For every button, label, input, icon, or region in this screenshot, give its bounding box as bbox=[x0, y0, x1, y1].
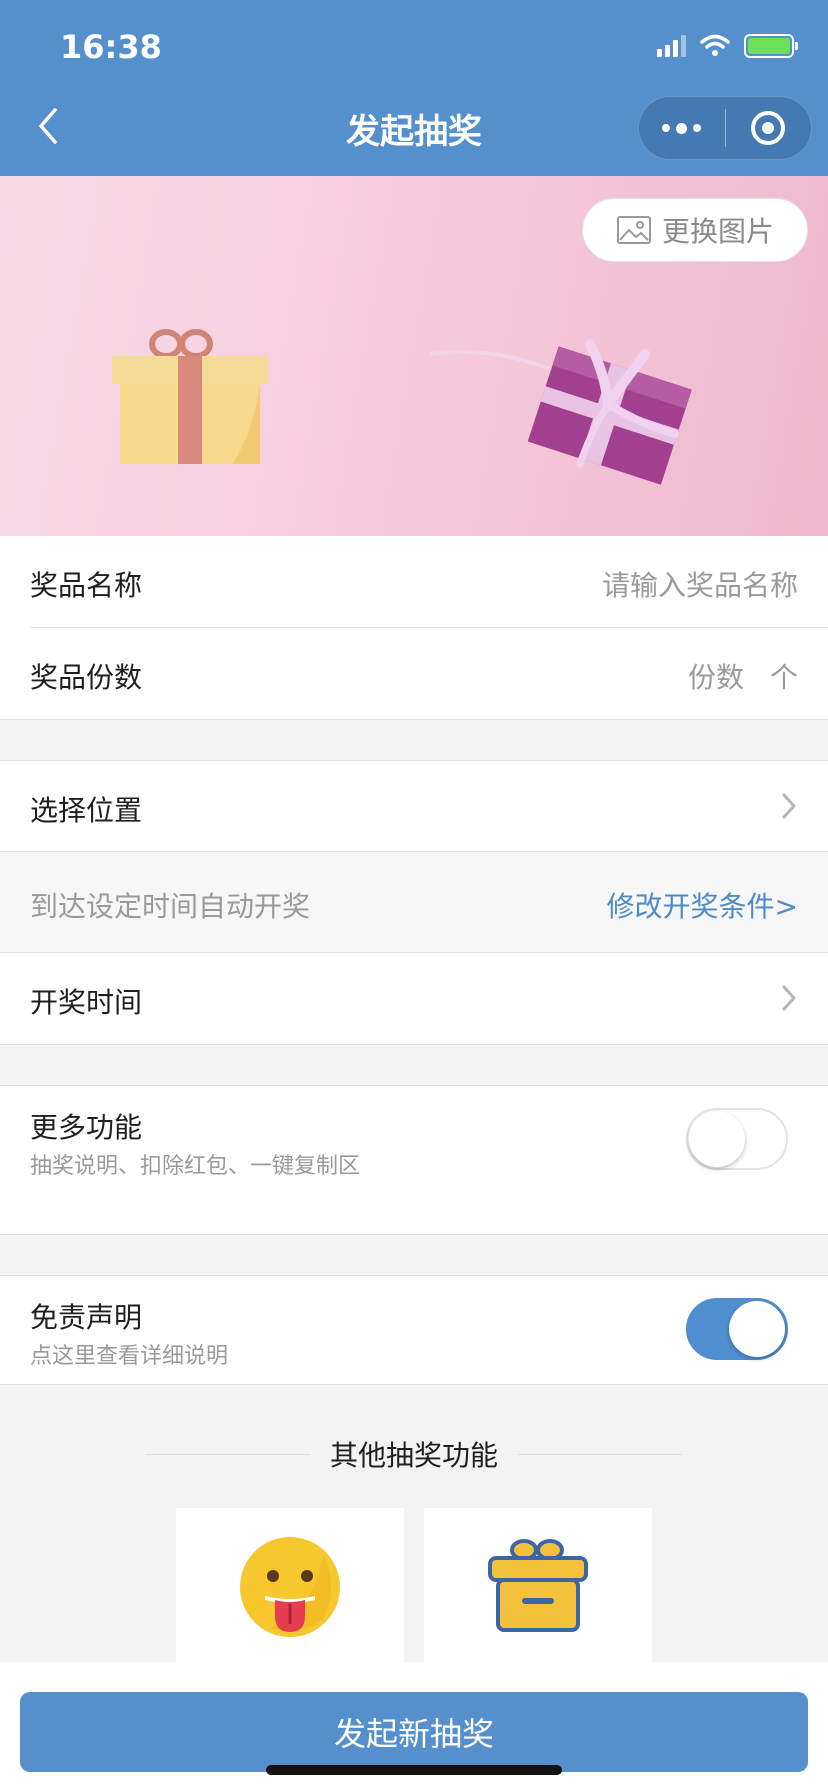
start-new-lottery-button[interactable]: 发起新抽奖 bbox=[20, 1692, 808, 1772]
toggle-knob bbox=[689, 1111, 745, 1167]
close-mini-program-button[interactable] bbox=[726, 97, 812, 159]
wifi-icon bbox=[700, 34, 730, 56]
draw-condition-text: 到达设定时间自动开奖 bbox=[30, 890, 311, 923]
location-label: 选择位置 bbox=[30, 794, 143, 827]
draw-time-row[interactable]: 开奖时间 bbox=[0, 953, 828, 1044]
feature-card-gift[interactable] bbox=[424, 1508, 652, 1668]
disclaimer-sublabel: 点这里查看详细说明 bbox=[30, 1344, 229, 1369]
prize-name-input[interactable]: 请输入奖品名称 bbox=[602, 564, 798, 604]
yellow-gift-icon bbox=[112, 329, 268, 464]
target-icon bbox=[751, 111, 786, 145]
section-divider bbox=[0, 851, 828, 852]
more-features-label: 更多功能 bbox=[30, 1111, 143, 1144]
more-features-toggle[interactable] bbox=[686, 1108, 788, 1170]
disclaimer-label: 免责声明 bbox=[30, 1301, 143, 1334]
modify-draw-condition-link[interactable]: 修改开奖条件> bbox=[607, 885, 798, 925]
prize-count-label: 奖品份数 bbox=[30, 661, 143, 694]
section-divider bbox=[0, 1384, 828, 1385]
disclaimer-row[interactable]: 免责声明 点这里查看详细说明 bbox=[0, 1276, 828, 1384]
prize-count-unit: 个 bbox=[769, 661, 798, 694]
header-bar: 16:38 发起抽奖 bbox=[0, 0, 828, 176]
home-indicator bbox=[266, 1765, 562, 1775]
feature-card-emoji[interactable] bbox=[176, 1508, 404, 1668]
mini-program-capsule bbox=[638, 96, 812, 160]
tongue-emoji-icon bbox=[240, 1537, 340, 1637]
heading-line bbox=[145, 1453, 310, 1455]
battery-icon bbox=[744, 34, 798, 58]
heading-line bbox=[518, 1453, 682, 1455]
more-features-sublabel: 抽奖说明、扣除红包、一键复制区 bbox=[30, 1154, 361, 1179]
section-divider bbox=[0, 719, 828, 720]
prize-name-row: 奖品名称 请输入奖品名称 bbox=[0, 536, 828, 628]
draw-condition-bar: 到达设定时间自动开奖 修改开奖条件> bbox=[0, 851, 828, 953]
more-dot-icon bbox=[693, 124, 702, 132]
section-divider bbox=[0, 1044, 828, 1045]
prize-count-row: 奖品份数 份数 个 bbox=[0, 628, 828, 719]
change-image-label: 更换图片 bbox=[661, 215, 774, 248]
change-image-button[interactable]: 更换图片 bbox=[582, 198, 808, 262]
more-dot-icon bbox=[676, 122, 688, 134]
chevron-right-icon bbox=[782, 985, 796, 1011]
location-row[interactable]: 选择位置 bbox=[0, 761, 828, 851]
gift-box-icon bbox=[488, 1539, 588, 1632]
disclaimer-toggle[interactable] bbox=[686, 1298, 788, 1360]
image-icon bbox=[616, 216, 651, 244]
toggle-knob bbox=[729, 1301, 785, 1357]
more-dot-icon bbox=[662, 124, 671, 132]
status-time: 16:38 bbox=[60, 28, 162, 66]
other-features-heading: 其他抽奖功能 bbox=[0, 1432, 828, 1476]
chevron-right-icon bbox=[782, 793, 796, 819]
other-features-title: 其他抽奖功能 bbox=[329, 1439, 498, 1472]
draw-time-label: 开奖时间 bbox=[30, 986, 143, 1019]
purple-gift-icon bbox=[430, 339, 692, 485]
prize-count-input[interactable]: 份数 bbox=[688, 656, 744, 696]
prize-banner-image: 更换图片 bbox=[0, 176, 828, 536]
prize-name-label: 奖品名称 bbox=[30, 569, 143, 602]
more-options-button[interactable] bbox=[639, 97, 725, 159]
cellular-signal-icon bbox=[657, 35, 686, 57]
section-divider bbox=[0, 1234, 828, 1235]
status-icons bbox=[657, 34, 798, 58]
more-features-row: 更多功能 抽奖说明、扣除红包、一键复制区 bbox=[0, 1086, 828, 1234]
